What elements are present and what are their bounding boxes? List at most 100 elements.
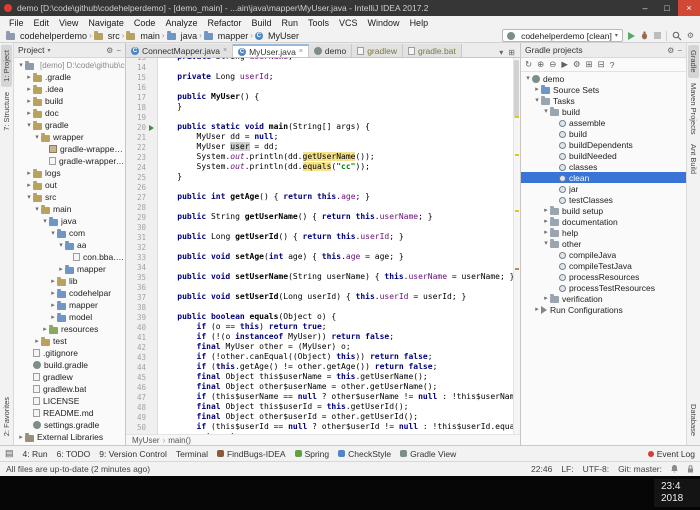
tree-row-settings-gradle[interactable]: settings.gradle [14, 419, 125, 431]
tree-row-external-libraries[interactable]: ▸External Libraries [14, 431, 125, 443]
breadcrumb-item-myuser[interactable]: MyUser [255, 31, 299, 41]
tree-row-build-gradle[interactable]: build.gradle [14, 359, 125, 371]
tab-close-icon[interactable]: × [223, 47, 227, 54]
code-line[interactable]: } [158, 102, 513, 112]
collapse-all-icon[interactable]: ⊟ [598, 59, 605, 70]
code-line[interactable]: public void setUserId(Long userId) { thi… [158, 292, 513, 302]
tab-close-icon[interactable]: × [299, 48, 303, 55]
menu-refactor[interactable]: Refactor [202, 18, 246, 28]
tool-window-button-6-todo[interactable]: 6: TODO [57, 449, 91, 459]
encoding[interactable]: UTF-8: [583, 464, 609, 474]
menu-view[interactable]: View [54, 18, 83, 28]
editor-tab-connectmapper-java[interactable]: ConnectMapper.java× [126, 44, 233, 57]
hide-panel-icon[interactable]: − [116, 46, 121, 55]
breadcrumb-item-src[interactable]: src [94, 31, 120, 41]
code-line[interactable]: final Object other$userName = other.getU… [158, 382, 513, 392]
tree-row-out[interactable]: ▸out [14, 179, 125, 191]
settings-icon[interactable]: ⚙ [667, 46, 674, 55]
lock-icon[interactable] [687, 465, 694, 473]
tree-row-com[interactable]: ▾com [14, 227, 125, 239]
tree-toggle-icon[interactable]: ▾ [33, 204, 41, 215]
line-number[interactable]: 44 [137, 363, 148, 372]
line-number[interactable]: 40 [137, 323, 148, 332]
tree-row-gradlew[interactable]: gradlew [14, 371, 125, 383]
menu-run[interactable]: Run [277, 18, 304, 28]
help-icon[interactable]: ? [610, 60, 615, 70]
line-number[interactable]: 25 [137, 173, 148, 182]
tree-row-codehelpar[interactable]: ▸codehelpar [14, 287, 125, 299]
gradle-settings-icon[interactable]: ⚙ [573, 59, 581, 70]
tree-toggle-icon[interactable]: ▸ [542, 216, 550, 227]
run-task-icon[interactable]: ▶ [561, 59, 568, 70]
line-number[interactable]: 50 [137, 423, 148, 432]
tree-row-build-setup[interactable]: ▸build setup [521, 205, 686, 216]
code-line[interactable]: if (o == this) return true; [158, 322, 513, 332]
code-line[interactable] [158, 182, 513, 192]
vcs-branch[interactable]: Git: master: [618, 464, 662, 474]
code-line[interactable]: public Long getUserId() { return this.us… [158, 232, 513, 242]
tree-row-license[interactable]: LICENSE [14, 395, 125, 407]
line-number[interactable]: 29 [137, 213, 148, 222]
code-line[interactable] [158, 62, 513, 72]
line-number[interactable]: 30 [137, 223, 148, 232]
code-line[interactable] [158, 302, 513, 312]
tree-toggle-icon[interactable]: ▸ [25, 96, 33, 107]
tree-toggle-icon[interactable]: ▸ [33, 336, 41, 347]
tree-toggle-icon[interactable]: ▸ [533, 84, 541, 95]
tool-window-button-spring[interactable]: Spring [295, 449, 330, 459]
tree-row-compiletestjava[interactable]: compileTestJava [521, 260, 686, 271]
tab-list-icon[interactable]: ▾ [499, 48, 503, 57]
tool-window-button-9-version-control[interactable]: 9: Version Control [99, 449, 167, 459]
code-line[interactable]: public boolean equals(Object o) { [158, 312, 513, 322]
search-everywhere-icon[interactable] [672, 31, 682, 41]
tool-window-button-terminal[interactable]: Terminal [176, 449, 208, 459]
code-line[interactable] [158, 222, 513, 232]
menu-edit[interactable]: Edit [29, 18, 55, 28]
breadcrumb-item-mapper[interactable]: mapper [204, 31, 249, 41]
line-number[interactable]: 13 [137, 58, 148, 62]
tree-row-model[interactable]: ▸model [14, 311, 125, 323]
menu-vcs[interactable]: VCS [334, 18, 363, 28]
tree-row-buildneeded[interactable]: buildNeeded [521, 150, 686, 161]
tree-toggle-icon[interactable]: ▸ [542, 293, 550, 304]
tree-toggle-icon[interactable]: ▸ [25, 180, 33, 191]
tree-toggle-icon[interactable]: ▾ [57, 240, 65, 251]
code-line[interactable] [158, 82, 513, 92]
tool-stripe-button-7-structure[interactable]: 7: Structure [1, 87, 12, 136]
tree-row-assemble[interactable]: assemble [521, 117, 686, 128]
run-configuration-select[interactable]: codehelperdemo [clean] ▾ [502, 29, 623, 42]
code-line[interactable]: public MyUser() { [158, 92, 513, 102]
close-button[interactable]: × [678, 0, 700, 16]
code-line[interactable]: if (this.getAge() != other.getAge()) ret… [158, 362, 513, 372]
chevron-down-icon[interactable]: ▾ [47, 47, 50, 54]
tree-row-testclasses[interactable]: testClasses [521, 194, 686, 205]
code-line[interactable]: } [158, 172, 513, 182]
editor-tab-demo[interactable]: demo [309, 44, 352, 57]
tool-window-button-gradle-view[interactable]: Gradle View [400, 449, 456, 459]
tree-toggle-icon[interactable]: ▸ [49, 288, 57, 299]
tree-row-idea[interactable]: ▸.idea [14, 83, 125, 95]
code-line[interactable]: if (!(o instanceof MyUser)) return false… [158, 332, 513, 342]
editor-tab-myuser-java[interactable]: MyUser.java× [233, 44, 309, 57]
tree-toggle-icon[interactable]: ▾ [542, 106, 550, 117]
caret-position[interactable]: 22:46 [531, 464, 552, 474]
line-separator[interactable]: LF: [561, 464, 573, 474]
tool-window-switcher-icon[interactable]: ▤ [5, 448, 14, 459]
line-number[interactable]: 16 [137, 83, 148, 92]
tree-toggle-icon[interactable]: ▸ [542, 227, 550, 238]
line-number[interactable]: 20 [137, 123, 148, 132]
tree-row-build[interactable]: ▾build [521, 106, 686, 117]
line-number[interactable]: 22 [137, 143, 148, 152]
tree-toggle-icon[interactable]: ▾ [25, 120, 33, 131]
menu-navigate[interactable]: Navigate [83, 18, 129, 28]
line-number[interactable]: 38 [137, 303, 148, 312]
tree-toggle-icon[interactable]: ▸ [25, 108, 33, 119]
tree-row-readme-md[interactable]: README.md [14, 407, 125, 419]
line-number[interactable]: 18 [137, 103, 148, 112]
code-line[interactable]: public void setUserName(String userName)… [158, 272, 513, 282]
tool-window-button-findbugs-idea[interactable]: FindBugs-IDEA [217, 449, 286, 459]
code-line[interactable]: if (this$userId == null ? other$userId !… [158, 422, 513, 432]
tool-window-button-checkstyle[interactable]: CheckStyle [338, 449, 391, 459]
menu-file[interactable]: File [4, 18, 29, 28]
editor-tab-gradle-bat[interactable]: gradle.bat [403, 44, 462, 57]
